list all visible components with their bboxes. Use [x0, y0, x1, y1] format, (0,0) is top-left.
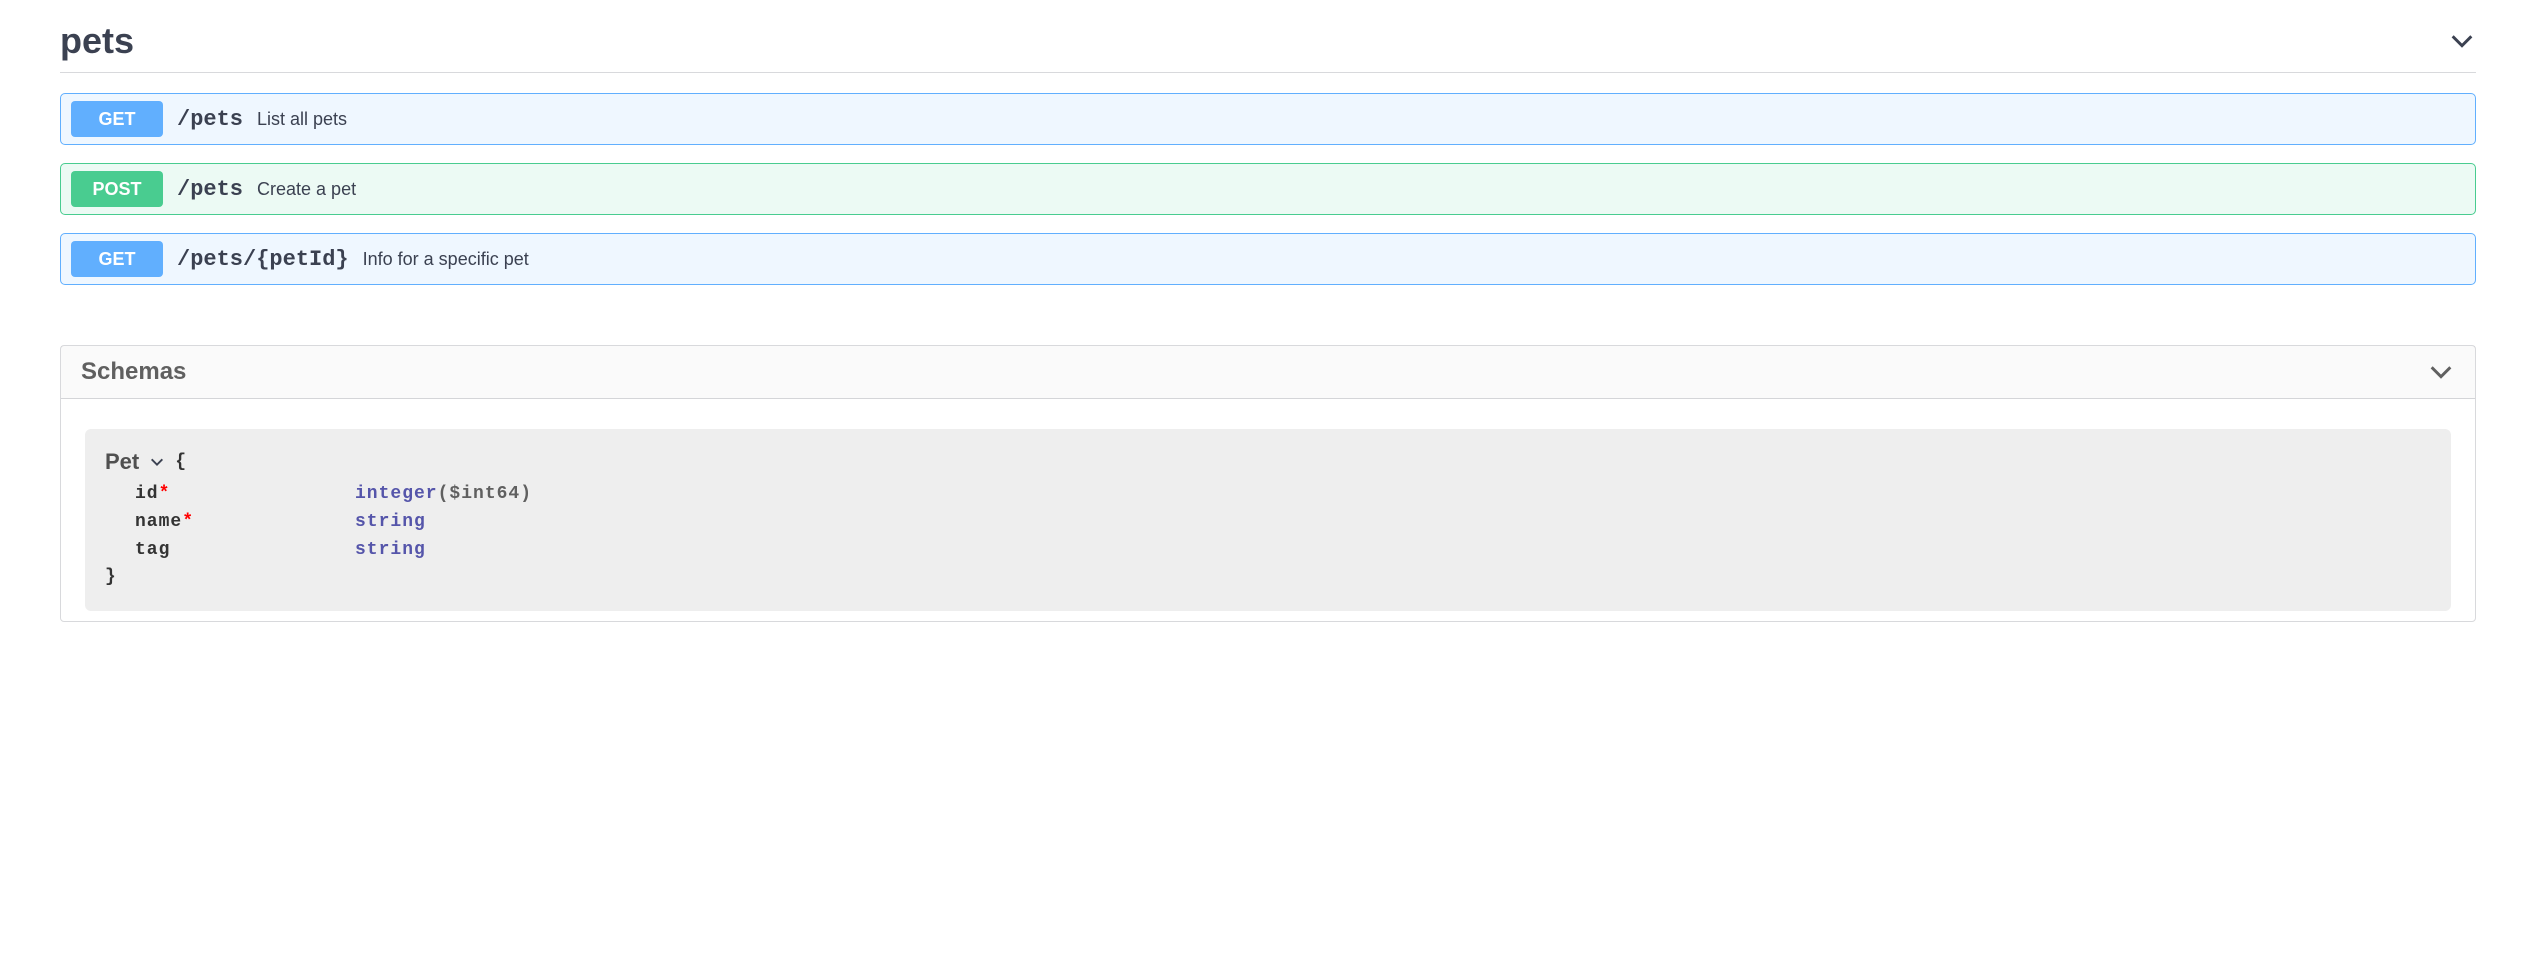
model-box-pet: Pet { id* integer($int64) name* string t… [85, 429, 2451, 611]
chevron-down-icon [2427, 358, 2455, 386]
operation-row: GET /pets List all pets [61, 94, 2475, 144]
schemas-section: Schemas Pet { id* integer($int64) name* [60, 345, 2476, 622]
operation-get-pet-by-id[interactable]: GET /pets/{petId} Info for a specific pe… [60, 233, 2476, 285]
schemas-body: Pet { id* integer($int64) name* string t… [61, 399, 2475, 621]
schemas-title: Schemas [81, 358, 186, 386]
tag-header[interactable]: pets [60, 10, 2476, 73]
method-badge: GET [71, 241, 163, 277]
property-format: ($int64) [438, 484, 532, 504]
property-name-text: tag [135, 540, 170, 560]
operation-row: POST /pets Create a pet [61, 164, 2475, 214]
chevron-down-icon [2448, 27, 2476, 55]
tag-name: pets [60, 20, 134, 62]
property-row: name* string [135, 509, 2431, 537]
method-badge: GET [71, 101, 163, 137]
required-star-icon: * [182, 512, 194, 532]
operation-post-pets[interactable]: POST /pets Create a pet [60, 163, 2476, 215]
property-type: integer [355, 484, 438, 504]
operation-summary: List all pets [257, 109, 347, 130]
property-type-wrapper: integer($int64) [355, 481, 532, 509]
operation-path: /pets/{petId} [177, 247, 349, 272]
property-type: string [355, 512, 426, 532]
required-star-icon: * [159, 484, 171, 504]
property-type: string [355, 540, 426, 560]
property-row: id* integer($int64) [135, 481, 2431, 509]
model-name: Pet [105, 449, 139, 475]
property-name-text: name [135, 512, 182, 532]
method-badge: POST [71, 171, 163, 207]
chevron-down-icon[interactable] [149, 454, 165, 470]
tag-section: pets GET /pets List all pets POST /pets … [60, 10, 2476, 285]
operation-get-pets[interactable]: GET /pets List all pets [60, 93, 2476, 145]
open-brace: { [175, 452, 186, 472]
operation-summary: Info for a specific pet [363, 249, 529, 270]
operations-list: GET /pets List all pets POST /pets Creat… [60, 93, 2476, 285]
property-row: tag string [135, 537, 2431, 565]
property-name: id* [135, 481, 355, 509]
operation-summary: Create a pet [257, 179, 356, 200]
property-type-wrapper: string [355, 509, 426, 537]
property-name: tag [135, 537, 355, 565]
model-title-row: Pet { [105, 449, 2431, 475]
property-name-text: id [135, 484, 159, 504]
schemas-header[interactable]: Schemas [61, 346, 2475, 399]
operation-path: /pets [177, 107, 243, 132]
property-name: name* [135, 509, 355, 537]
operation-path: /pets [177, 177, 243, 202]
property-type-wrapper: string [355, 537, 426, 565]
model-properties: id* integer($int64) name* string tag str… [105, 481, 2431, 565]
close-brace: } [105, 567, 2431, 587]
operation-row: GET /pets/{petId} Info for a specific pe… [61, 234, 2475, 284]
